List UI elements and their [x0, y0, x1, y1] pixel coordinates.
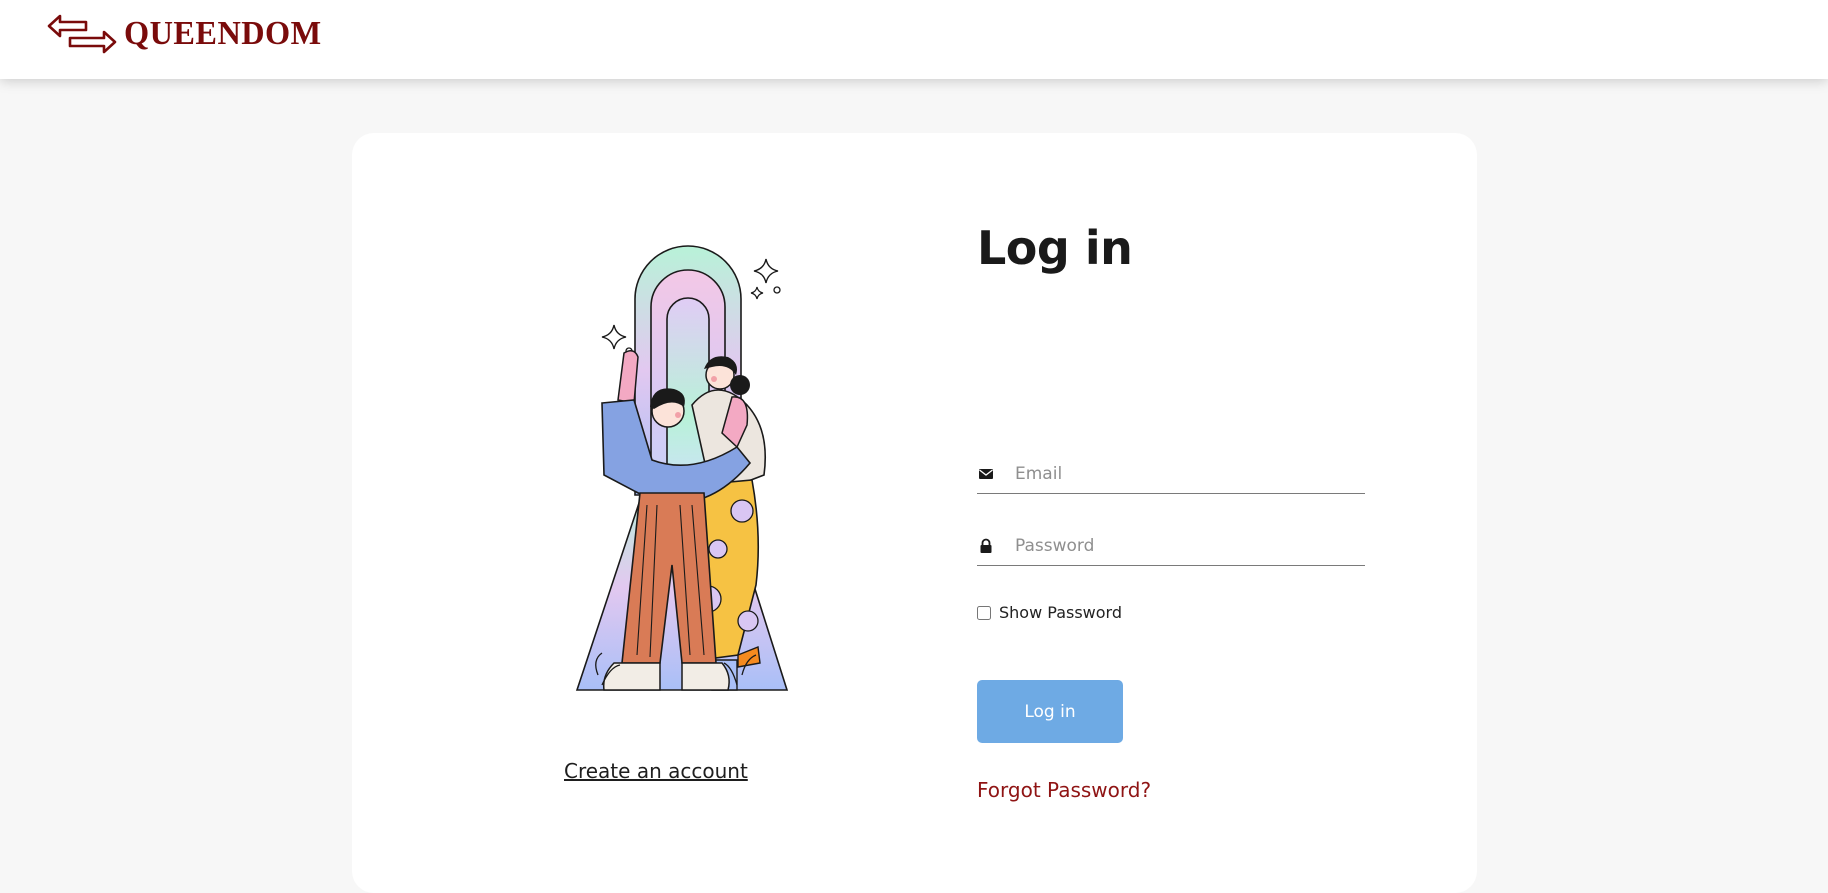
top-header: QUEENDOM	[0, 0, 1828, 79]
exchange-arrows-icon	[47, 14, 117, 54]
two-people-rainbow-arch-illustration	[575, 245, 789, 691]
logo-link[interactable]: QUEENDOM	[46, 12, 332, 56]
lock-icon	[980, 538, 992, 553]
show-password-toggle[interactable]: Show Password	[977, 603, 1122, 622]
password-field[interactable]	[977, 527, 1365, 566]
logo-text: QUEENDOM	[124, 15, 322, 52]
password-input[interactable]	[1015, 536, 1355, 556]
login-title: Log in	[977, 221, 1133, 275]
envelope-icon	[979, 469, 993, 479]
forgot-password-link[interactable]: Forgot Password?	[977, 778, 1151, 802]
login-button[interactable]: Log in	[977, 680, 1123, 743]
show-password-checkbox[interactable]	[977, 605, 991, 620]
create-account-link[interactable]: Create an account	[564, 759, 748, 783]
show-password-label: Show Password	[999, 603, 1122, 622]
login-card: Create an account Log in Show Password L…	[352, 133, 1477, 893]
email-field[interactable]	[977, 455, 1365, 494]
email-input[interactable]	[1015, 464, 1355, 484]
